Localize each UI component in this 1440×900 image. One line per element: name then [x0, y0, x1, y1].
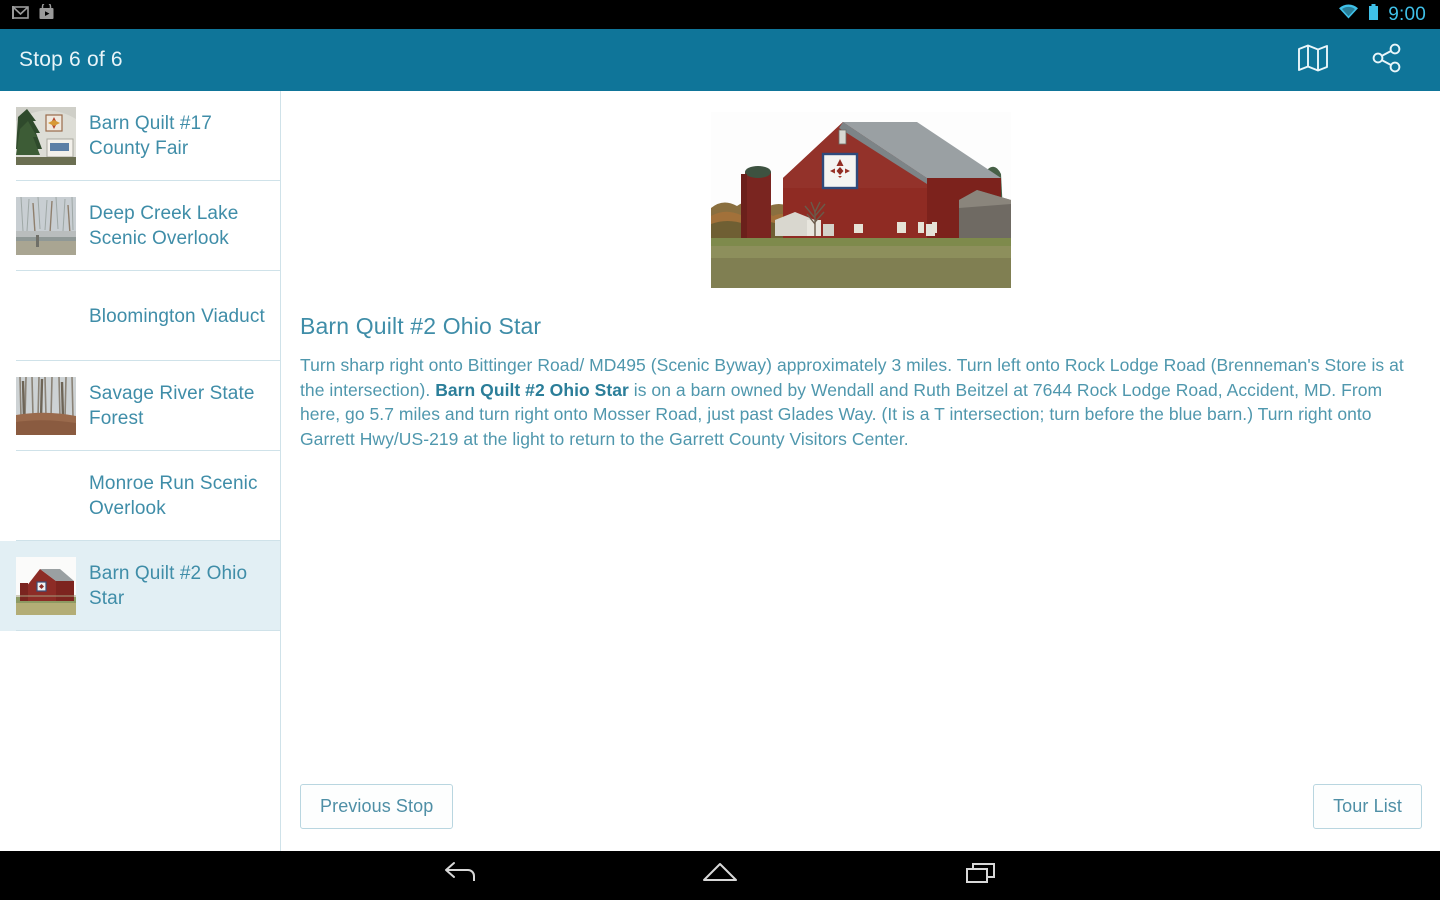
sidebar-item-monroe-run-scenic-overlook[interactable]: Monroe Run Scenic Overlook	[0, 451, 280, 541]
previous-stop-button[interactable]: Previous Stop	[300, 784, 454, 829]
sidebar-item-label: Monroe Run Scenic Overlook	[89, 473, 258, 519]
share-button[interactable]	[1370, 43, 1404, 77]
tour-list-button[interactable]: Tour List	[1313, 784, 1422, 829]
stop-detail-pane: Barn Quilt #2 Ohio Star Turn sharp right…	[282, 91, 1440, 851]
detail-title: Barn Quilt #2 Ohio Star	[300, 313, 542, 339]
detail-body-emphasis: Barn Quilt #2 Ohio Star	[435, 379, 629, 400]
wifi-icon	[1338, 4, 1359, 25]
detail-body: Turn sharp right onto Bittinger Road/ MD…	[282, 340, 1440, 451]
barn-quilt-2-thumbnail	[16, 557, 76, 615]
status-notification-icons	[0, 1, 55, 25]
sidebar-item-savage-river-state-forest[interactable]: Savage River State Forest	[0, 361, 280, 451]
sidebar-item-bloomington-viaduct[interactable]: Bloomington Viaduct	[0, 271, 280, 361]
tour-stop-list[interactable]: Barn Quilt #17 County Fair Deep Creek La…	[0, 91, 281, 851]
home-button[interactable]	[697, 860, 743, 892]
battery-icon	[1368, 3, 1379, 26]
app-toolbar: Stop 6 of 6	[0, 29, 1440, 91]
thumbnail-placeholder	[16, 467, 76, 525]
gmail-icon	[12, 5, 30, 25]
detail-footer: Previous Stop Tour List	[282, 784, 1440, 829]
sidebar-item-deep-creek-lake[interactable]: Deep Creek Lake Scenic Overlook	[0, 181, 280, 271]
barn-quilt-17-thumbnail	[16, 107, 76, 165]
deep-creek-lake-thumbnail	[16, 197, 76, 255]
sidebar-item-barn-quilt-2-ohio-star[interactable]: Barn Quilt #2 Ohio Star	[0, 541, 280, 631]
sidebar-item-barn-quilt-17[interactable]: Barn Quilt #17 County Fair	[0, 91, 280, 181]
home-icon	[700, 860, 740, 891]
sidebar-item-label: Barn Quilt #2 Ohio Star	[89, 563, 248, 609]
content-area: Barn Quilt #17 County Fair Deep Creek La…	[0, 91, 1440, 851]
sidebar-item-label: Deep Creek Lake Scenic Overlook	[89, 203, 239, 249]
status-clock: 9:00	[1388, 3, 1426, 25]
toolbar-actions	[1296, 43, 1440, 77]
back-icon	[441, 860, 477, 891]
recents-button[interactable]	[958, 860, 1004, 892]
thumbnail-placeholder	[16, 287, 76, 345]
play-store-icon	[38, 1, 55, 25]
red-barn-with-ohio-star-quilt-photo	[711, 112, 1011, 288]
status-system-icons: 9:00	[1338, 3, 1440, 26]
share-icon	[1371, 43, 1403, 78]
sidebar-item-label: Savage River State Forest	[89, 383, 255, 429]
hero-image-wrap	[282, 91, 1440, 288]
savage-river-forest-thumbnail	[16, 377, 76, 435]
sidebar-item-label: Barn Quilt #17 County Fair	[89, 113, 212, 159]
android-status-bar: 9:00	[0, 0, 1440, 29]
recents-icon	[964, 860, 998, 891]
map-icon	[1297, 43, 1329, 78]
back-button[interactable]	[436, 860, 482, 892]
android-navigation-bar	[0, 851, 1440, 900]
map-button[interactable]	[1296, 43, 1330, 77]
toolbar-title: Stop 6 of 6	[19, 48, 123, 71]
sidebar-item-label: Bloomington Viaduct	[89, 305, 265, 327]
